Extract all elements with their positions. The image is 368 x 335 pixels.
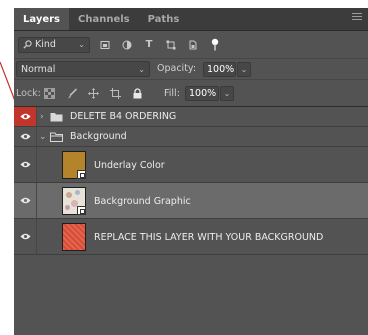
panel-tab-bar: Layers Channels Paths [14, 8, 368, 31]
layer-row-background-graphic[interactable]: Background Graphic [14, 183, 368, 219]
blend-mode-value: Normal [21, 63, 56, 75]
filter-kind-label: Kind [35, 39, 56, 50]
shape-filter-icon[interactable] [166, 40, 176, 50]
lock-all-icon[interactable] [132, 88, 143, 99]
visibility-toggle[interactable] [14, 147, 37, 182]
layer-row-underlay-color[interactable]: Underlay Color [14, 147, 368, 183]
tab-channels[interactable]: Channels [69, 8, 139, 30]
lock-artboard-icon[interactable] [110, 88, 121, 99]
layer-filter-row: Kind ⌄ T [14, 31, 368, 58]
hamburger-icon[interactable] [352, 13, 362, 23]
smart-object-badge-icon [77, 170, 86, 179]
eye-icon [20, 133, 30, 140]
layer-thumbnail [62, 151, 86, 179]
layer-row-delete-b4-ordering[interactable]: › DELETE B4 ORDERING [14, 107, 368, 127]
blend-mode-select[interactable]: Normal ⌄ [16, 61, 150, 77]
eye-icon [20, 197, 30, 204]
layers-panel: Layers Channels Paths Kind ⌄ T Normal ⌄ [14, 8, 368, 335]
filter-toggle-icon[interactable] [210, 38, 220, 52]
visibility-toggle[interactable] [14, 219, 37, 254]
lock-paint-icon[interactable] [67, 88, 78, 99]
layer-row-replace-background[interactable]: REPLACE THIS LAYER WITH YOUR BACKGROUND [14, 219, 368, 255]
search-icon [23, 40, 32, 49]
layer-name: REPLACE THIS LAYER WITH YOUR BACKGROUND [94, 232, 324, 243]
pixel-filter-icon[interactable] [100, 40, 110, 50]
layer-name: Background Graphic [94, 196, 191, 207]
eye-icon [20, 113, 30, 120]
chevron-down-icon: ⌄ [78, 40, 85, 49]
adjustment-filter-icon[interactable] [122, 40, 132, 50]
opacity-input[interactable]: 100% [203, 62, 236, 77]
tab-paths[interactable]: Paths [139, 8, 189, 30]
chevron-right-icon[interactable]: › [40, 107, 44, 126]
layer-thumbnail [62, 187, 86, 215]
layer-row-background-group[interactable]: ⌄ Background [14, 127, 368, 147]
layer-thumbnail [62, 223, 86, 251]
chevron-down-icon: ⌄ [138, 64, 145, 74]
folder-icon [50, 113, 63, 122]
chevron-down-icon[interactable]: ⌄ [39, 127, 47, 146]
opacity-dropdown-button[interactable]: ⌄ [237, 62, 251, 77]
chevron-down-icon: ⌄ [240, 65, 248, 74]
smart-object-badge-icon [77, 206, 86, 215]
visibility-toggle[interactable] [14, 107, 37, 126]
chevron-down-icon: ⌄ [223, 89, 231, 98]
fill-input[interactable]: 100% [185, 86, 219, 101]
type-filter-icon[interactable]: T [144, 39, 154, 50]
layer-name: DELETE B4 ORDERING [70, 111, 177, 122]
folder-open-icon [50, 132, 63, 142]
opacity-label: Opacity: [157, 63, 197, 74]
fill-label: Fill: [164, 88, 180, 99]
visibility-toggle[interactable] [14, 127, 37, 146]
layer-name: Underlay Color [94, 160, 165, 171]
blend-row: Normal ⌄ Opacity: 100% ⌄ [14, 58, 368, 79]
lock-label: Lock: [16, 88, 41, 99]
eye-icon [20, 233, 30, 240]
layer-list: › DELETE B4 ORDERING ⌄ Background Underl… [14, 107, 368, 255]
lock-move-icon[interactable] [88, 88, 99, 99]
filter-kind-select[interactable]: Kind ⌄ [18, 36, 90, 53]
lock-transparent-icon[interactable] [44, 88, 55, 99]
eye-icon [20, 161, 30, 168]
fill-dropdown-button[interactable]: ⌄ [220, 86, 234, 101]
lock-row: Lock: Fill: 100% ⌄ [14, 79, 368, 107]
smart-object-filter-icon[interactable] [188, 40, 198, 50]
layer-name: Background [70, 131, 127, 142]
tab-layers[interactable]: Layers [14, 8, 69, 30]
visibility-toggle[interactable] [14, 183, 37, 218]
